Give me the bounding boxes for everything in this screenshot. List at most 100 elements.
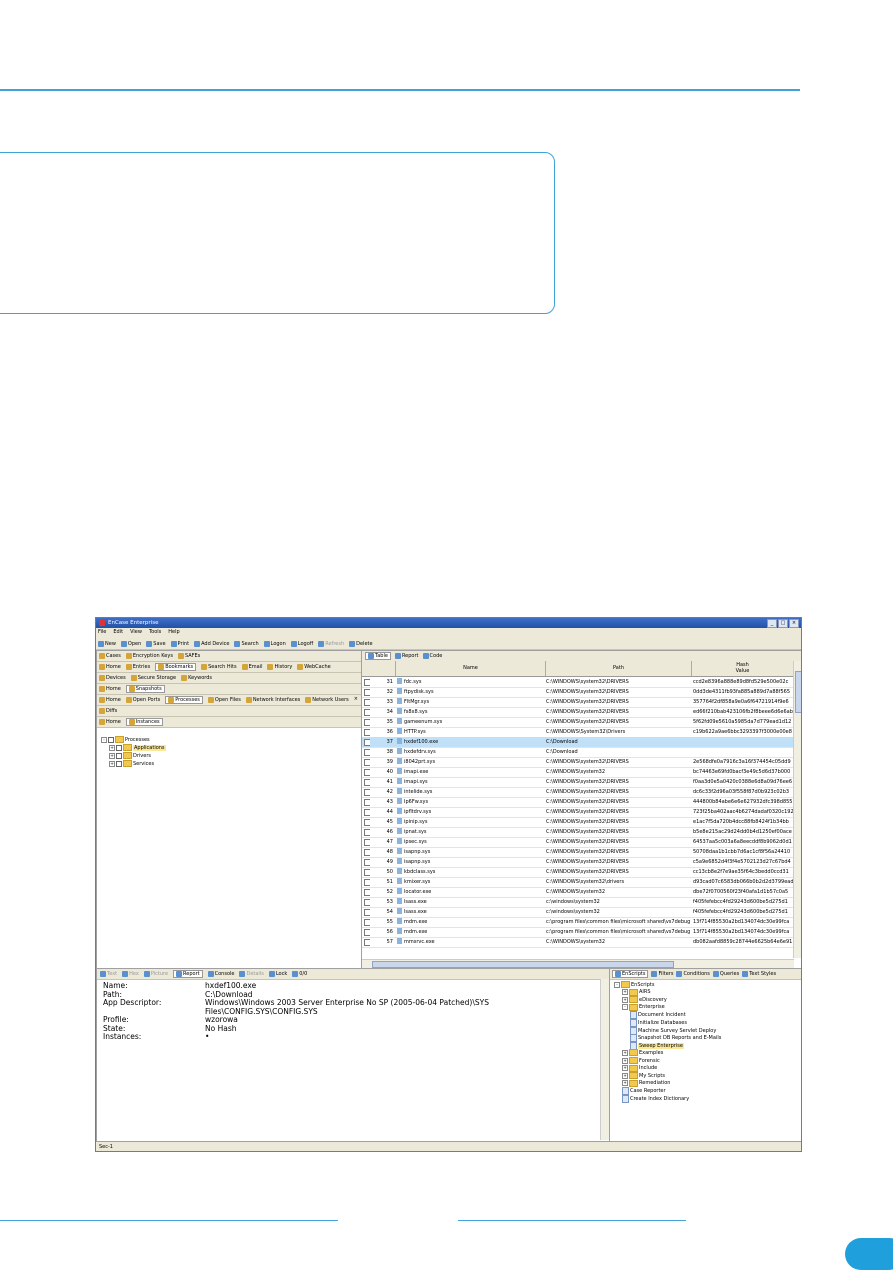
expand-icon[interactable]: + <box>622 989 628 996</box>
tab-secure-storage[interactable]: Secure Storage <box>130 675 176 681</box>
menu-edit[interactable]: Edit <box>113 629 123 637</box>
expand-icon[interactable]: + <box>622 1080 628 1087</box>
tab-console[interactable]: Console <box>207 971 234 977</box>
tab-home[interactable]: Home <box>99 719 121 725</box>
table-vertical-scrollbar[interactable] <box>793 661 801 958</box>
script-tree-node[interactable]: + eDiscovery <box>622 996 667 1004</box>
minimize-button[interactable]: _ <box>767 619 777 628</box>
row-checkbox[interactable] <box>364 937 370 947</box>
tab-open-ports[interactable]: Open Ports <box>125 697 160 703</box>
tab-safes[interactable]: SAFEs <box>177 653 200 659</box>
checkbox[interactable] <box>364 819 370 826</box>
row-checkbox[interactable] <box>364 797 370 807</box>
tab-hex[interactable]: Hex <box>122 971 139 977</box>
tab-snapshots[interactable]: Snapshots <box>125 685 165 693</box>
tab-entries[interactable]: Entries <box>125 664 150 670</box>
checkbox[interactable] <box>364 749 370 756</box>
row-checkbox[interactable] <box>364 747 370 757</box>
row-checkbox[interactable] <box>364 887 370 897</box>
checkbox[interactable] <box>364 899 370 906</box>
row-checkbox[interactable] <box>364 907 370 917</box>
row-checkbox[interactable] <box>364 917 370 927</box>
logon-button[interactable]: Logon <box>263 640 286 647</box>
open-button[interactable]: Open <box>120 640 141 647</box>
checkbox[interactable] <box>108 736 114 743</box>
row-checkbox[interactable] <box>364 757 370 767</box>
tab-home[interactable]: Home <box>99 686 121 692</box>
tab-details[interactable]: Details <box>239 971 264 977</box>
checkbox[interactable] <box>364 829 370 836</box>
tab-conditions[interactable]: Conditions <box>676 971 710 977</box>
print-button[interactable]: Print <box>170 640 189 647</box>
report-scrollbar[interactable] <box>600 979 609 1140</box>
row-checkbox[interactable] <box>364 807 370 817</box>
checkbox[interactable] <box>364 909 370 916</box>
save-button[interactable]: Save <box>146 640 166 647</box>
checkbox[interactable] <box>364 719 370 726</box>
row-checkbox[interactable] <box>364 777 370 787</box>
tab-code[interactable]: Code <box>422 653 442 659</box>
expand-icon[interactable]: + <box>622 1072 628 1079</box>
row-checkbox[interactable] <box>364 817 370 827</box>
row-checkbox[interactable] <box>364 787 370 797</box>
tree-node-applications[interactable]: + Applications <box>109 744 166 751</box>
script-tree-node[interactable]: + My Scripts <box>622 1072 665 1080</box>
tab-open-files[interactable]: Open Files <box>207 697 241 703</box>
row-checkbox[interactable] <box>364 857 370 867</box>
row-checkbox[interactable] <box>364 707 370 717</box>
tab-webcache[interactable]: WebCache <box>297 664 331 670</box>
expand-icon[interactable]: + <box>622 996 628 1003</box>
row-checkbox[interactable] <box>364 927 370 937</box>
checkbox[interactable] <box>116 744 122 751</box>
table-row[interactable]: 57 mmsrvc.exe C:\WINDOWS\system32 db082aafd… <box>362 937 794 948</box>
row-checkbox[interactable] <box>364 847 370 857</box>
row-checkbox[interactable] <box>364 727 370 737</box>
row-checkbox[interactable] <box>364 717 370 727</box>
tab-queries[interactable]: Queries <box>712 971 739 977</box>
script-tree-node[interactable]: - Enterprise <box>622 1003 665 1011</box>
search-button[interactable]: Search <box>234 640 259 647</box>
collapse-icon[interactable]: - <box>614 981 620 988</box>
script-tree-node[interactable]: + Include <box>622 1064 657 1072</box>
new-button[interactable]: New <box>98 640 116 647</box>
row-checkbox[interactable] <box>364 837 370 847</box>
tree-node-services[interactable]: + Services <box>109 760 154 767</box>
add-device-button[interactable]: Add Device <box>194 640 229 647</box>
checkbox[interactable] <box>364 919 370 926</box>
tab-picture[interactable]: Picture <box>143 971 168 977</box>
checkbox[interactable] <box>364 869 370 876</box>
row-checkbox[interactable] <box>364 767 370 777</box>
tab-diffs[interactable]: Diffs <box>99 708 117 714</box>
checkbox[interactable] <box>364 689 370 696</box>
tab-0-0[interactable]: 0/0 <box>292 971 307 977</box>
refresh-button[interactable]: Refresh <box>318 640 344 647</box>
expand-icon[interactable]: + <box>622 1057 628 1064</box>
left-pane-close-icon[interactable]: × <box>354 696 358 702</box>
tab-history[interactable]: History <box>267 664 292 670</box>
row-checkbox[interactable] <box>364 677 370 687</box>
tab-email[interactable]: Email <box>241 664 262 670</box>
tab-devices[interactable]: Devices <box>99 675 126 681</box>
tab-network-interfaces[interactable]: Network Interfaces <box>245 697 300 703</box>
scroll-thumb[interactable] <box>372 961 674 968</box>
tab-home[interactable]: Home <box>99 664 121 670</box>
expand-icon[interactable]: + <box>622 1065 628 1072</box>
tab-encryption-keys[interactable]: Encryption Keys <box>125 653 173 659</box>
script-tree-node[interactable]: - EnScripts <box>614 981 654 988</box>
close-button[interactable]: × <box>789 619 799 628</box>
tree-node-processes[interactable]: - Processes <box>101 736 150 743</box>
checkbox[interactable] <box>364 799 370 806</box>
expand-icon[interactable]: + <box>109 752 115 759</box>
tab-cases[interactable]: Cases <box>99 653 121 659</box>
checkbox[interactable] <box>364 709 370 716</box>
row-checkbox[interactable] <box>364 827 370 837</box>
row-checkbox[interactable] <box>364 897 370 907</box>
script-tree-node[interactable]: + AIRS <box>622 988 651 996</box>
scroll-thumb[interactable] <box>795 671 801 713</box>
header-name[interactable]: Name <box>396 661 546 676</box>
checkbox[interactable] <box>116 752 122 759</box>
row-checkbox[interactable] <box>364 877 370 887</box>
tab-table[interactable]: Table <box>365 652 391 660</box>
checkbox[interactable] <box>364 769 370 776</box>
tab-processes[interactable]: Processes <box>165 696 203 704</box>
